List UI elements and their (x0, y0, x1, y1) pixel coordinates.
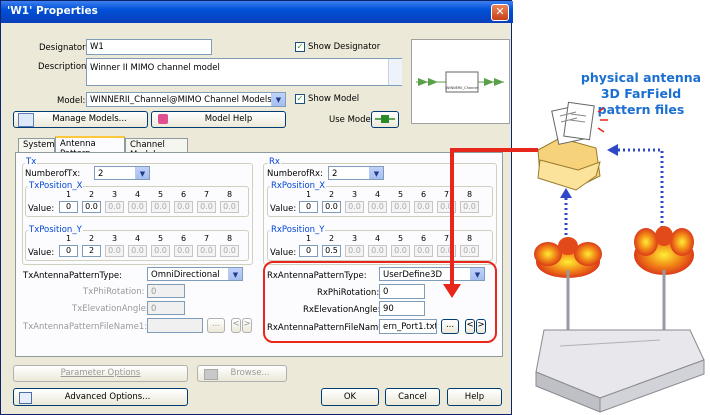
router-device (535, 270, 705, 413)
radiation-pattern-right (634, 226, 694, 275)
file-folder-icon (537, 101, 608, 191)
annotation-graphics (443, 101, 705, 413)
